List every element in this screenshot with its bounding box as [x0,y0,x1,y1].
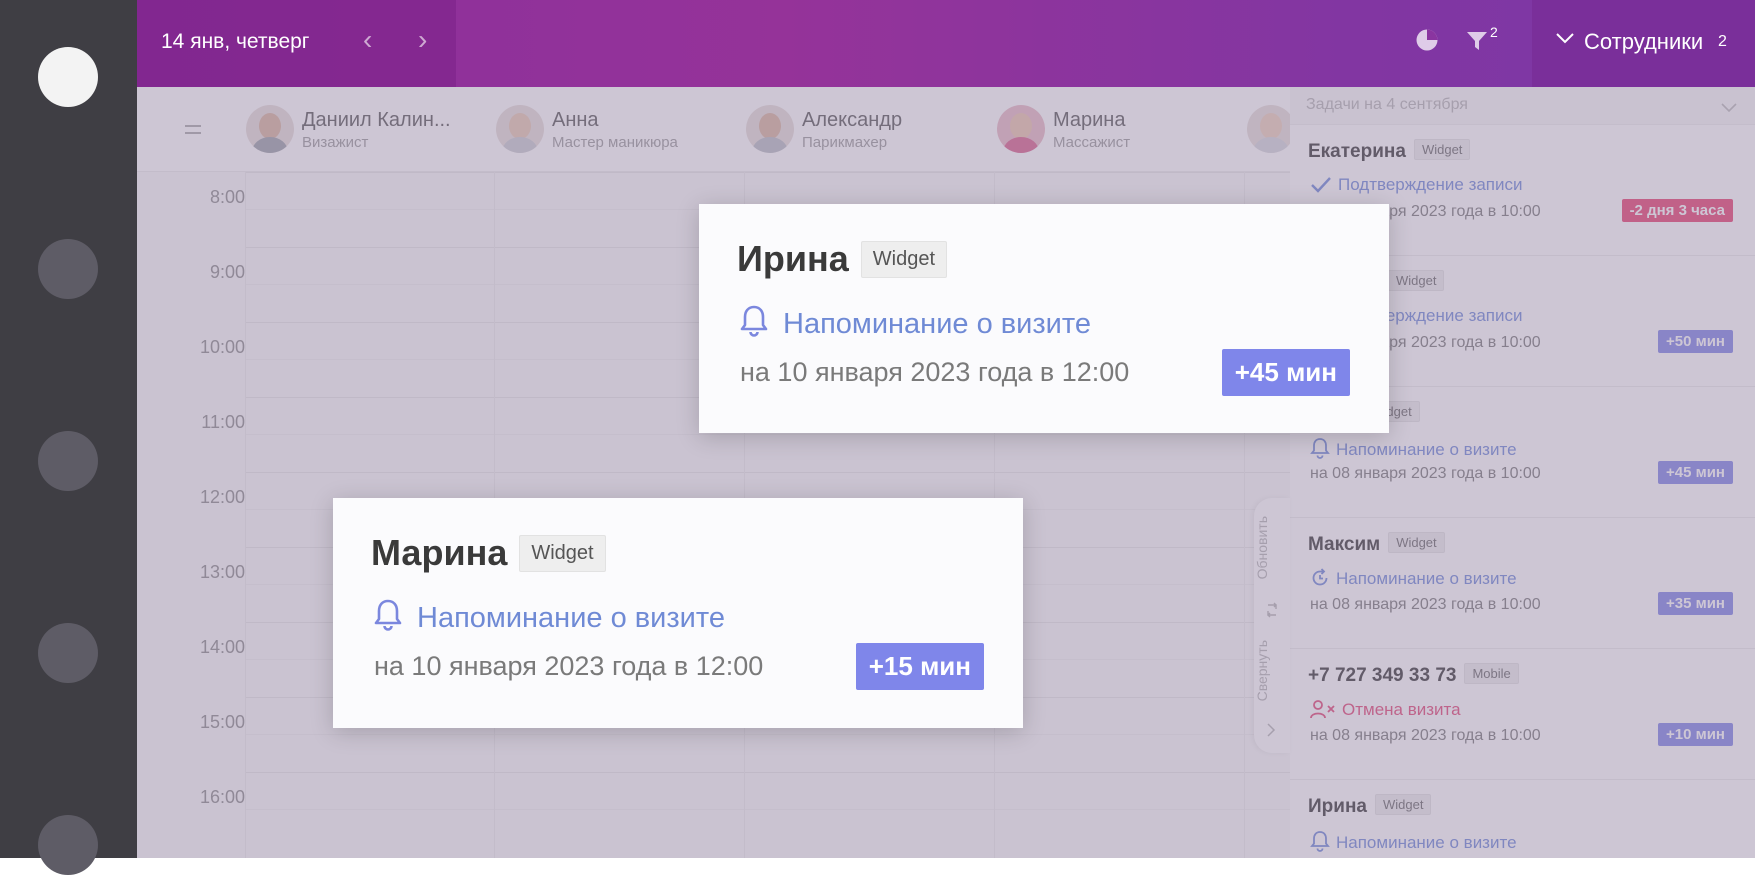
pie-chart-icon[interactable] [1415,28,1439,57]
client-name: Марина [371,532,508,573]
client-name: Ирина [737,238,849,279]
current-date[interactable]: 14 янв, четверг [161,30,309,54]
date-navigator: 14 янв, четверг ‹ › [137,0,456,87]
notification-date: на 10 января 2023 года в 12:00 [740,357,1130,387]
bell-icon [740,305,768,337]
notification-action: Напоминание о визите [417,602,725,634]
filter-icon[interactable] [1466,30,1488,57]
staff-selector[interactable]: Сотрудники 2 [1532,0,1755,87]
filter-count-badge: 2 [1490,24,1498,40]
nav-icon-4[interactable] [38,815,98,875]
source-badge: Widget [860,241,948,278]
nav-icon-3[interactable] [38,623,98,683]
bell-icon [374,599,402,631]
modal-overlay [137,87,1755,858]
next-day-button[interactable]: › [418,26,427,54]
time-offset-tag: +45 мин [1221,349,1350,396]
staff-count: 2 [1718,33,1727,50]
staff-label: Сотрудники [1584,29,1704,54]
app-sidebar [0,0,137,875]
notification-action: Напоминание о визите [783,308,1091,340]
chevron-down-icon [1556,31,1574,49]
prev-day-button[interactable]: ‹ [363,26,372,54]
nav-icon-1[interactable] [38,239,98,299]
logo-avatar[interactable] [38,47,98,107]
notification-card[interactable]: Марина Widget Напоминание о визите на 10 … [333,498,1023,728]
nav-icon-2[interactable] [38,431,98,491]
source-badge: Widget [519,535,606,572]
notification-card[interactable]: Ирина Widget Напоминание о визите на 10 я… [699,204,1389,433]
top-bar: 14 янв, четверг ‹ › 2 Сотрудники 2 [137,0,1755,87]
notification-date: на 10 января 2023 года в 12:00 [374,651,764,681]
time-offset-tag: +15 мин [855,643,984,690]
